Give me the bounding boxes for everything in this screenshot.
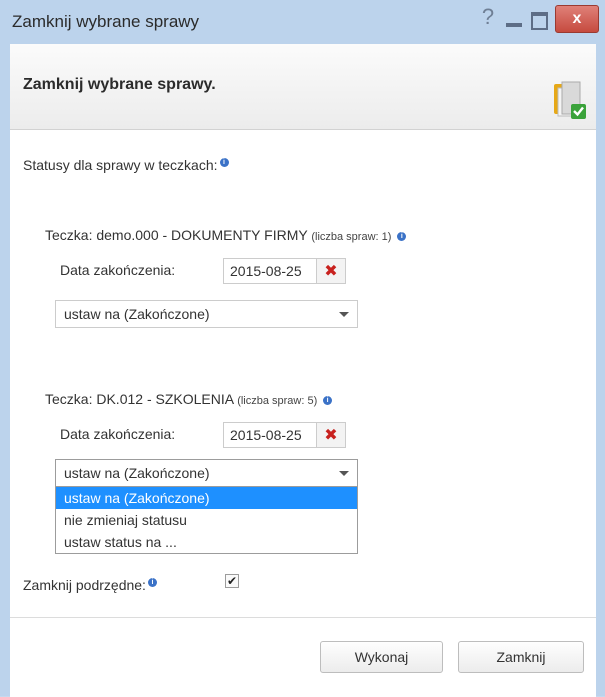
- folder-1-count: (liczba spraw: 1): [311, 231, 392, 243]
- info-icon[interactable]: i: [147, 578, 157, 588]
- clear-icon: ✖: [324, 263, 338, 280]
- close-children-text: Zamknij podrzędne:: [23, 577, 146, 593]
- dropdown-option[interactable]: ustaw status na ...: [56, 531, 357, 553]
- dialog-footer: Wykonaj Zamknij: [10, 617, 596, 697]
- folder-1-label: Teczka: demo.000 - DOKUMENTY FIRMY (licz…: [45, 227, 407, 243]
- folder-1-date-label: Data zakończenia:: [60, 262, 176, 278]
- help-icon: ?: [481, 4, 495, 29]
- folder-2-select-value: ustaw na (Zakończone): [64, 465, 210, 481]
- execute-button[interactable]: Wykonaj: [320, 641, 443, 673]
- dialog-content: Zamknij wybrane sprawy. Statusy dla spra…: [10, 44, 596, 697]
- clear-icon: ✖: [324, 427, 338, 444]
- help-button[interactable]: ?: [476, 4, 500, 30]
- maximize-button[interactable]: [528, 8, 550, 34]
- folder-2-date-input[interactable]: 2015-08-25: [223, 422, 317, 448]
- dropdown-option[interactable]: nie zmieniaj statusu: [56, 509, 357, 531]
- folder-2-count: (liczba spraw: 5): [237, 395, 318, 407]
- close-children-checkbox[interactable]: ✔: [225, 574, 239, 588]
- folder-2-label: Teczka: DK.012 - SZKOLENIA (liczba spraw…: [45, 391, 333, 407]
- folder-1-name: Teczka: demo.000 - DOKUMENTY FIRMY: [45, 227, 308, 243]
- close-button[interactable]: Zamknij: [458, 641, 584, 673]
- header-title: Zamknij wybrane sprawy.: [23, 76, 216, 93]
- window-title: Zamknij wybrane sprawy: [12, 12, 200, 31]
- folder-2-name: Teczka: DK.012 - SZKOLENIA: [45, 391, 234, 407]
- statuses-label-text: Statusy dla sprawy w teczkach:: [23, 157, 218, 173]
- statuses-label: Statusy dla sprawy w teczkach: i: [23, 157, 229, 173]
- folder-2-status-select[interactable]: ustaw na (Zakończone): [55, 459, 358, 487]
- maximize-icon: [530, 12, 548, 30]
- folder-1-status-select[interactable]: ustaw na (Zakończone): [55, 300, 358, 328]
- info-icon[interactable]: i: [397, 231, 407, 241]
- folder-check-icon: [554, 81, 586, 119]
- chevron-down-icon: [339, 471, 349, 476]
- folder-1-date-input[interactable]: 2015-08-25: [223, 258, 317, 284]
- folder-2-status-dropdown: ustaw na (Zakończone) nie zmieniaj statu…: [55, 487, 358, 554]
- dialog-window: Zamknij wybrane sprawy ? x Zamknij wybra…: [0, 0, 605, 697]
- chevron-down-icon: [339, 312, 349, 317]
- dropdown-option[interactable]: ustaw na (Zakończone): [56, 487, 357, 509]
- folder-2-clear-date-button[interactable]: ✖: [316, 422, 346, 448]
- folder-1-select-value: ustaw na (Zakończone): [64, 306, 210, 322]
- folder-1-clear-date-button[interactable]: ✖: [316, 258, 346, 284]
- close-window-button[interactable]: x: [555, 5, 599, 33]
- minimize-button[interactable]: [503, 8, 525, 34]
- dialog-header: Zamknij wybrane sprawy.: [10, 44, 596, 130]
- info-icon[interactable]: i: [219, 158, 229, 168]
- close-children-label: Zamknij podrzędne: i: [23, 577, 157, 593]
- minimize-icon: [506, 23, 522, 27]
- title-bar[interactable]: Zamknij wybrane sprawy ? x: [0, 0, 605, 44]
- folder-2-date-label: Data zakończenia:: [60, 426, 176, 442]
- close-icon: x: [572, 10, 582, 27]
- info-icon[interactable]: i: [323, 395, 333, 405]
